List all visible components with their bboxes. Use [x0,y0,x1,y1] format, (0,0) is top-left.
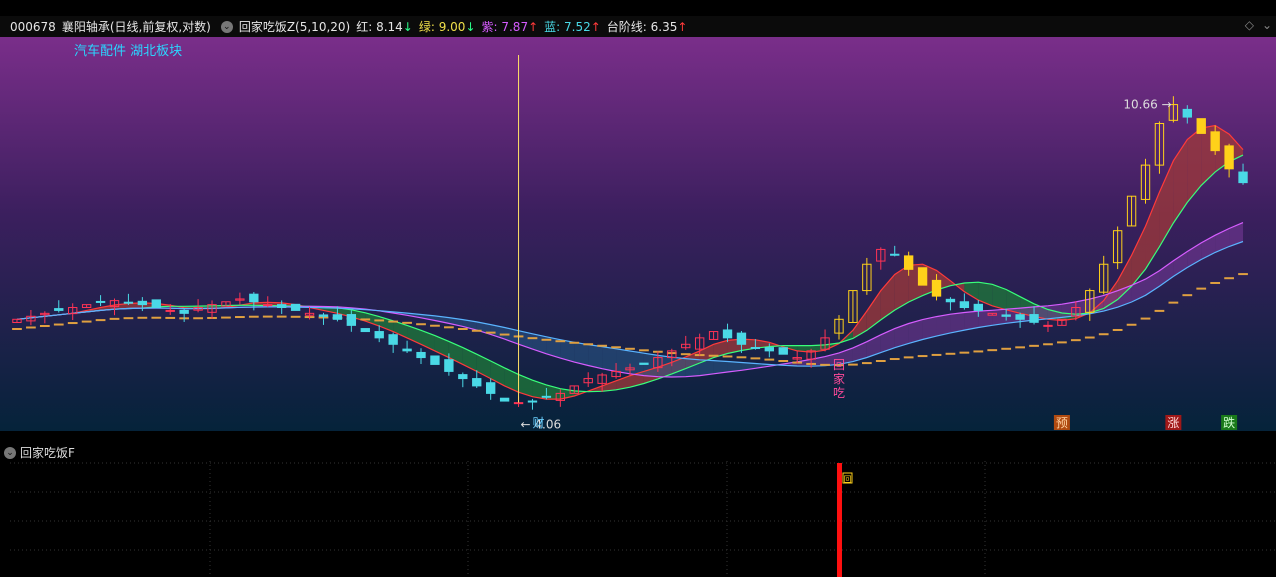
candle-body [639,362,649,365]
candle-body [346,314,357,326]
candle-body [890,253,900,256]
high-marker: 10.66 → [1123,98,1171,112]
stock-name: 襄阳轴承 [61,20,110,34]
main-chart-panel[interactable]: 10.66 → ← 4.06 财预涨跌回家吃 汽车配件 湖北板块 [0,37,1276,431]
legend-blue-arrow: ↑ [590,20,601,34]
legend-purple-arrow: ↑ [528,20,539,34]
candle-body [444,359,454,372]
bottom-marker-3: 跌 [1223,415,1235,430]
legend-blue-label: 蓝: 7.52 [544,20,591,34]
legend-green-label: 绿: 9.00 [418,20,466,34]
main-chart-svg: 10.66 →← 4.06财预涨跌回家吃 [0,37,1276,431]
candle-body [750,346,761,349]
candle-body [541,395,552,398]
indicator-menu-icon[interactable]: ⌄ [220,20,233,33]
chart-header: 000678 襄阳轴承 (日线,前复权,对数) ⌄ 回家吃饭Z(5,10,20)… [0,16,1276,37]
signal-bar [836,463,842,577]
candle-body [764,347,775,352]
candle-body [137,300,148,306]
candle-body [959,301,970,309]
candle-body [527,400,538,403]
bottom-marker-2: 涨 [1167,415,1179,430]
candle-body [388,334,398,345]
candle-body [1196,118,1206,134]
candle-body [95,300,106,303]
candle-body [430,355,440,365]
legend-red-label: 红: 8.14 [356,20,403,34]
candle-body [722,329,733,339]
candle-body [151,299,161,309]
candle-body [416,351,426,359]
candle-body [1224,145,1234,170]
bottom-marker-1: 预 [1056,416,1068,430]
candle-body [513,402,524,405]
legend-green-arrow: ↓ [465,20,476,34]
legend-green: 绿: 9.00↓ [419,18,476,35]
legend-red: 红: 8.14↓ [356,18,413,35]
candle-body [1029,314,1039,323]
sub-header: ⌄ 回家吃饭F [0,444,400,461]
candle-body [165,309,175,312]
legend-step-label: 台阶线: 6.35 [606,20,678,34]
legend-step-arrow: ↑ [677,20,688,34]
candle-body [332,314,343,320]
board-label: 汽车配件 湖北板块 [74,44,183,59]
candle-body [249,293,259,303]
sub-chart-panel[interactable]: 回 [0,461,1276,577]
candle-body [290,303,301,311]
candle-body [1043,324,1053,327]
sub-menu-icon[interactable]: ⌄ [4,446,16,459]
candle-body [1210,131,1220,152]
candle-body [374,331,384,339]
ma-ribbon-slow [588,344,603,369]
candle-body [123,301,134,304]
ma-ribbon-slow [992,309,1007,326]
candle-body [917,267,928,286]
candle-body [360,328,370,333]
header-right-icons: ◇ ⌄ [1245,18,1272,32]
candle-body [1015,314,1025,320]
sub-title: 回家吃饭F [20,446,75,460]
ma-ribbon-slow [950,312,965,333]
candle-body [778,347,788,355]
candle-body [318,314,329,317]
ma-ribbon-slow [964,311,979,331]
ma-ribbon-slow [602,346,617,372]
legend-red-arrow: ↓ [402,20,413,34]
legend-blue: 蓝: 7.52↑ [544,18,601,35]
candle-body [499,397,510,402]
legend-step: 台阶线: 6.35↑ [607,18,688,35]
candle-body [1182,108,1192,118]
stock-code: 000678 [10,19,56,34]
candle-body [973,303,983,311]
candle-body [402,348,412,352]
candle-body [485,382,496,394]
signal-char-2: 吃 [833,386,845,400]
signal-icon: 回 [843,475,851,484]
indicator-name[interactable]: 回家吃饭Z(5,10,20) [239,18,350,35]
candle-body [1001,314,1011,317]
candle-body [277,304,287,309]
chart-mode: (日线,前复权,对数) [109,20,211,34]
legend-purple-label: 紫: 7.87 [481,20,529,34]
candle-body [472,378,482,387]
candle-body [931,279,942,297]
candle-body [903,255,914,270]
ma-ribbon-slow [643,353,658,377]
candle-body [179,309,189,314]
candle-body [263,304,273,307]
candle-body [458,374,468,380]
chevron-down-icon[interactable]: ⌄ [1262,18,1272,32]
legend-purple: 紫: 7.87↑ [482,18,539,35]
signal-char-0: 回 [833,358,845,372]
candle-body [945,298,956,303]
sub-chart-svg: 回 [10,461,1276,577]
candle-body [1238,171,1248,184]
candle-body [736,332,747,345]
signal-char-1: 家 [833,371,845,386]
diamond-icon[interactable]: ◇ [1245,18,1254,32]
candle-body [54,308,64,311]
bottom-marker-0: 财 [533,416,545,430]
